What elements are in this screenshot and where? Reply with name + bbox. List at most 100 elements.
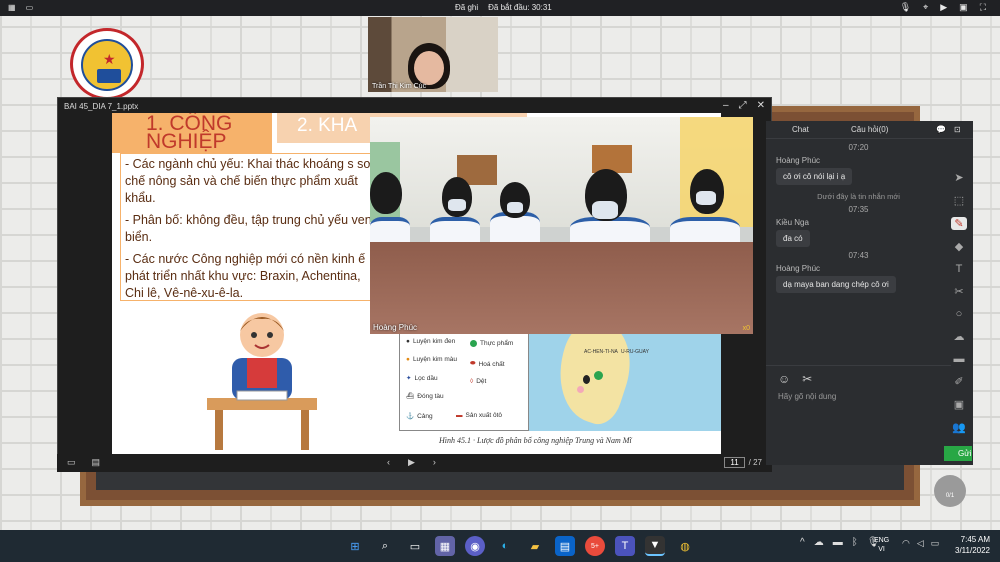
presentation-toolbar: ▭ ▤ ‹ ▶ › 11 / 27 (57, 454, 772, 472)
text-icon[interactable]: T (956, 263, 963, 275)
chat-icon[interactable]: ▣ (954, 398, 964, 411)
floating-hand-button[interactable]: 0/1 (934, 475, 966, 507)
orange-drop-icon: ● (406, 356, 410, 363)
shape-icon[interactable]: ○ (956, 308, 963, 320)
new-messages-divider: Dưới đây là tin nhắn mới (817, 192, 900, 201)
map-marker-iron (583, 375, 590, 384)
meeting-app-icon[interactable]: ▼ (645, 536, 665, 556)
student-video-feed[interactable]: Hoàng Phúc x0 (370, 117, 753, 334)
slide-panel-icon[interactable]: ▭ (67, 457, 76, 468)
message-bubble: cô ơi cô nói lại i ạ (776, 168, 853, 185)
message-sender: Hoàng Phúc (776, 156, 821, 165)
notification-app-icon[interactable]: 5+ (585, 536, 605, 556)
wifi-icon[interactable]: ◠ (902, 538, 910, 549)
send-button[interactable]: Gửi (944, 446, 972, 461)
scissors-icon[interactable]: ✂ (954, 285, 963, 298)
industry-map-figure: ● Luyện kim đen Thực phẩm ● Luyện kim màu … (399, 331, 721, 455)
chat-input-area: ☺ ✂ Hãy gõ nội dung (766, 365, 951, 465)
widgets-icon[interactable]: ▦ (435, 536, 455, 556)
chevron-up-icon[interactable]: ^ (800, 537, 805, 548)
play-icon[interactable]: ▶ (408, 457, 415, 468)
annotation-toolbar: ➤ ⬚ ✎ ◆ T ✂ ○ ☁ ▬ ✐ ▣ 👥 (949, 171, 969, 434)
map-legend: ● Luyện kim đen Thực phẩm ● Luyện kim màu … (399, 331, 529, 431)
battery-icon[interactable]: ▭ (931, 538, 940, 549)
network-drive-icon[interactable]: ▬ (833, 537, 843, 548)
message-time: 07:35 (848, 205, 869, 214)
participant-video-teacher[interactable]: Trần Thị Kim Cúc (368, 17, 498, 92)
grid-icon[interactable]: ▦ (8, 3, 16, 12)
windows-taskbar: ⊞ ⌕ ▭ ▦ ◉ ◐ ▰ ▤ 5+ T ▼ ◍ ^ ☁ ▬ ᛒ 🎙 ENG V… (0, 530, 1000, 562)
bullet-1: - Các ngành chủ yếu: Khai thác khoáng s … (125, 157, 372, 205)
participant-name: Trần Thị Kim Cúc (372, 83, 427, 90)
cloud-icon[interactable]: ☁ (954, 330, 965, 343)
fullscreen-icon[interactable]: ⛶ (980, 2, 986, 13)
screen-share-icon[interactable]: ▣ (959, 2, 968, 13)
recording-status: Đã ghi (455, 3, 479, 12)
panel-toggle-icon[interactable]: ⊡ (954, 125, 961, 134)
edge-icon[interactable]: ◐ (495, 536, 515, 556)
meeting-top-bar: ▦ ▭ Đã ghi Đã bắt đầu: 30:31 🎙 ⌖ ▶ ▣ ⛶ (0, 0, 1000, 16)
page-total: / 27 (748, 458, 762, 467)
search-icon[interactable]: ⌕ (375, 536, 395, 556)
map-label-argentina: AC-HEN-TI-NA (584, 349, 618, 355)
trophy-count: x0 (742, 325, 750, 332)
map-image: AC-HEN-TI-NA U-RU-GUAY (529, 331, 721, 431)
student-illustration (207, 313, 317, 450)
school-logo: ★ (70, 28, 144, 100)
mic-icon[interactable]: 🎙 (900, 2, 911, 13)
bluetooth-icon[interactable]: ᛒ (852, 537, 858, 548)
store-icon[interactable]: ▤ (555, 536, 575, 556)
green-dot-icon (470, 340, 477, 347)
task-view-icon[interactable]: ▭ (405, 536, 425, 556)
message-bubble: dạ maya ban dang chép cô ơi (776, 276, 896, 293)
layout-icon[interactable]: ▭ (26, 3, 34, 12)
location-icon[interactable]: ⌖ (923, 2, 928, 13)
eraser-icon[interactable]: ◆ (955, 240, 963, 253)
users-icon[interactable]: 👥 (952, 421, 966, 434)
scissors-icon[interactable]: ✂ (802, 372, 812, 386)
language-indicator[interactable]: ENG VI (874, 536, 889, 554)
close-icon[interactable]: ✕ (757, 100, 765, 111)
slide-heading-industry: 1. CÔNG NGHIỆP (112, 113, 272, 153)
windows-start-icon[interactable]: ⊞ (345, 536, 365, 556)
oil-refinery-icon: ✦ (406, 375, 412, 382)
car-icon: ▬ (456, 412, 463, 419)
pen-icon[interactable]: ✎ (951, 217, 967, 230)
edit-icon[interactable]: ✐ (954, 375, 963, 388)
file-explorer-icon[interactable]: ▰ (525, 536, 545, 556)
teams-chat-icon[interactable]: ◉ (465, 536, 485, 556)
chrome-icon[interactable]: ◍ (675, 536, 695, 556)
chemical-icon: ⬬ (470, 360, 476, 367)
volume-icon[interactable]: ◁ (917, 538, 924, 549)
expand-icon[interactable]: ⤢ (739, 100, 747, 111)
video-participant-name: Hoàng Phúc (373, 323, 418, 332)
chat-bubble-icon[interactable]: 💬 (936, 125, 946, 134)
map-marker-food (594, 371, 603, 380)
bullet-2: - Phân bố: không đều, tập trung chủ yếu … (125, 213, 372, 244)
emoji-icon[interactable]: ☺ (778, 372, 790, 386)
system-clock[interactable]: 7:45 AM 3/11/2022 (948, 534, 990, 556)
next-slide-icon[interactable]: › (433, 457, 436, 468)
tab-chat[interactable]: Chat (792, 125, 809, 134)
page-number-input[interactable]: 11 (724, 457, 745, 468)
anchor-icon: ⚓ (406, 413, 415, 420)
chat-input[interactable]: Hãy gõ nội dung (778, 392, 836, 401)
textile-icon: ◊ (470, 378, 474, 385)
message-time: 07:20 (848, 143, 869, 152)
camera-icon[interactable]: ▶ (940, 2, 947, 13)
cloud-tray-icon[interactable]: ☁ (814, 537, 824, 548)
message-sender: Hoàng Phúc (776, 264, 821, 273)
minimize-icon[interactable]: – (723, 100, 729, 111)
notes-icon[interactable]: ▤ (92, 457, 101, 468)
prev-slide-icon[interactable]: ‹ (387, 457, 390, 468)
tab-questions[interactable]: Câu hỏi(0) (851, 125, 888, 134)
briefcase-icon[interactable]: ▬ (954, 353, 965, 365)
elapsed-time: Đã bắt đầu: 30:31 (488, 3, 552, 12)
bullet-3: - Các nước Công nghiệp mới có nền kinh ế… (125, 252, 366, 300)
select-icon[interactable]: ⬚ (954, 194, 964, 207)
slide-text-box: - Các ngành chủ yếu: Khai thác khoáng s … (120, 153, 378, 301)
map-caption: Hình 45.1 · Lược đồ phân bố công nghiệp … (439, 436, 632, 445)
teams-icon[interactable]: T (615, 536, 635, 556)
ship-icon: ⛴ (406, 393, 415, 400)
cursor-icon[interactable]: ➤ (954, 171, 963, 184)
